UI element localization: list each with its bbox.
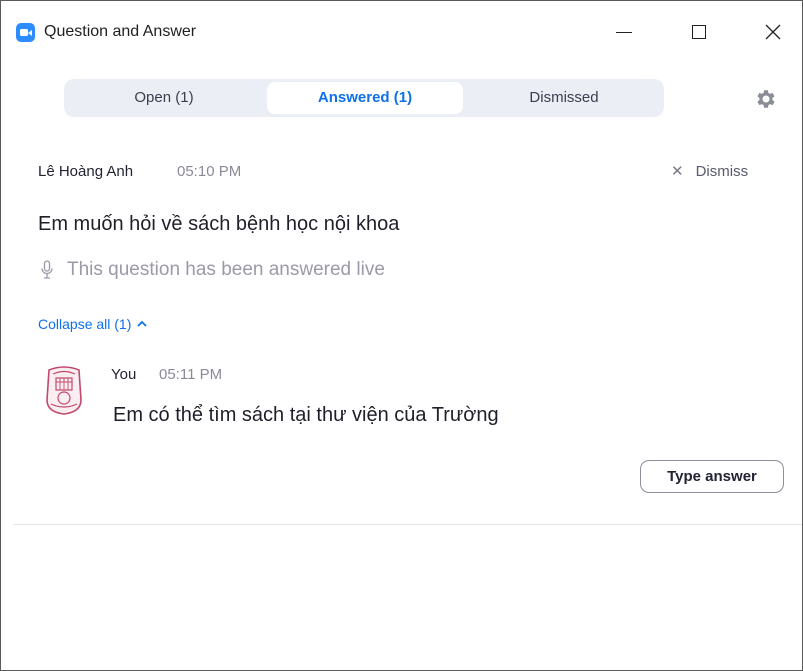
tab-bar: Open (1) Answered (1) Dismissed bbox=[64, 79, 664, 117]
school-logo-icon bbox=[46, 366, 82, 415]
qa-window: Question and Answer Open (1) Answered (1… bbox=[0, 0, 803, 671]
close-icon bbox=[765, 24, 781, 40]
dismiss-button[interactable]: ✕ Dismiss bbox=[671, 162, 749, 181]
gear-icon[interactable] bbox=[754, 87, 778, 111]
chevron-up-icon bbox=[137, 320, 148, 327]
tab-open[interactable]: Open (1) bbox=[64, 79, 264, 117]
question-time: 05:10 PM bbox=[177, 163, 242, 180]
window-title: Question and Answer bbox=[44, 23, 197, 40]
microphone-icon bbox=[41, 260, 53, 279]
minimize-button[interactable] bbox=[604, 15, 644, 49]
collapse-all-label: Collapse all (1) bbox=[38, 316, 132, 332]
dismiss-label: Dismiss bbox=[695, 162, 749, 180]
zoom-logo-icon bbox=[16, 23, 35, 42]
tab-answered[interactable]: Answered (1) bbox=[267, 82, 463, 114]
maximize-button[interactable] bbox=[679, 15, 719, 49]
answered-live-text: This question has been answered live bbox=[67, 259, 385, 280]
question-text: Em muốn hỏi về sách bệnh học nội khoa bbox=[38, 213, 400, 235]
title-bar: Question and Answer bbox=[1, 1, 802, 63]
tab-dismissed[interactable]: Dismissed bbox=[464, 79, 664, 117]
collapse-all-link[interactable]: Collapse all (1) bbox=[38, 316, 148, 332]
answered-live-status: This question has been answered live bbox=[41, 259, 385, 281]
divider bbox=[13, 524, 802, 525]
type-answer-button[interactable]: Type answer bbox=[640, 460, 784, 493]
maximize-icon bbox=[692, 25, 706, 39]
minimize-icon bbox=[616, 31, 632, 33]
answer-author: You bbox=[111, 366, 137, 383]
close-button[interactable] bbox=[753, 15, 793, 49]
close-icon: ✕ bbox=[671, 163, 684, 180]
answer-time: 05:11 PM bbox=[159, 366, 223, 383]
question-author: Lê Hoàng Anh bbox=[38, 163, 134, 180]
answer-text: Em có thể tìm sách tại thư viện của Trườ… bbox=[113, 404, 499, 426]
